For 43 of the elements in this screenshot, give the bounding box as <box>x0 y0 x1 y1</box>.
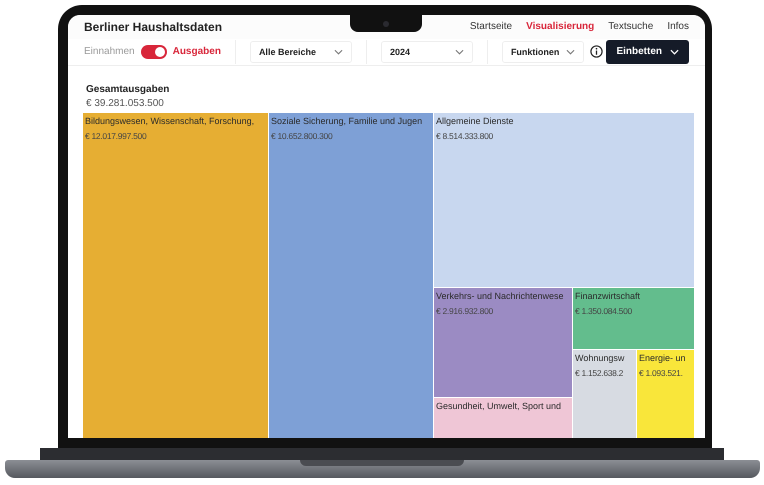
camera-icon <box>383 20 389 26</box>
tile-label: Verkehrs- und Nachrichtenwese <box>436 291 565 301</box>
total-title: Gesamtausgaben <box>86 84 170 95</box>
tile-label: Soziale Sicherung, Familie und Jugen <box>271 116 424 126</box>
chevron-down-icon <box>670 48 679 55</box>
tile-label: Allgemeine Dienste <box>436 116 515 126</box>
tile-label: Wohnungsw <box>575 353 626 363</box>
tile-value: € 1.350.084.500 <box>575 306 633 316</box>
tile-label: Finanzwirtschaft <box>575 291 642 301</box>
toggle-label: Einnahmen <box>84 46 135 58</box>
tile-value: € 1.152.638.2 <box>575 368 624 378</box>
info-icon[interactable] <box>590 45 603 58</box>
dropdown[interactable]: Alle Bereiche <box>250 40 352 63</box>
tile-value: € 10.652.800.300 <box>271 131 334 141</box>
dropdown[interactable]: 2024 <box>380 40 473 63</box>
chevron-down-icon <box>454 48 464 55</box>
tile-value: € 1.093.521. <box>639 368 684 378</box>
treemap-tile[interactable]: Soziale Sicherung, Familie und Jugen € 10.652.800.300 <box>269 113 433 438</box>
nav-link[interactable]: Visualisierung <box>526 21 594 32</box>
toggle-switch[interactable] <box>140 44 167 59</box>
nav-link[interactable]: Infos <box>667 21 689 32</box>
treemap-tile[interactable]: Wohnungsw € 1.152.638.2 <box>573 350 636 438</box>
treemap-tile[interactable]: Finanzwirtschaft € 1.350.084.500 <box>573 288 694 349</box>
app-title: Berliner Haushaltsdaten <box>84 20 222 34</box>
treemap-tile[interactable]: Energie- un € 1.093.521. <box>637 350 694 438</box>
nav-link[interactable]: Startseite <box>470 21 512 32</box>
treemap-tile[interactable]: Bildungswesen, Wissenschaft, Forschung, € 12.017.997.500 <box>83 113 268 438</box>
tile-value: € 12.017.997.500 <box>85 131 148 141</box>
treemap-tile[interactable]: Gesundheit, Umwelt, Sport und <box>434 398 572 438</box>
tile-label: Bildungswesen, Wissenschaft, Forschung, <box>85 116 256 126</box>
tile-value: € 8.514.333.800 <box>436 131 494 141</box>
total-value: € 39.281.053.500 <box>86 98 165 109</box>
tile-label: Gesundheit, Umwelt, Sport und <box>436 401 562 411</box>
chevron-down-icon <box>566 48 575 55</box>
treemap-tile[interactable]: Verkehrs- und Nachrichtenwese € 2.916.932.800 <box>434 288 572 397</box>
dropdown[interactable]: Funktionen <box>502 40 584 63</box>
treemap-tile[interactable]: Allgemeine Dienste € 8.514.333.800 <box>434 113 694 287</box>
chevron-down-icon <box>334 48 343 55</box>
tile-label: Energie- un <box>639 353 687 363</box>
tile-value: € 2.916.932.800 <box>436 306 494 316</box>
nav-link[interactable]: Textsuche <box>608 21 654 32</box>
embed-button[interactable]: Einbetten <box>606 40 689 64</box>
toggle-label: Ausgaben <box>172 46 221 58</box>
